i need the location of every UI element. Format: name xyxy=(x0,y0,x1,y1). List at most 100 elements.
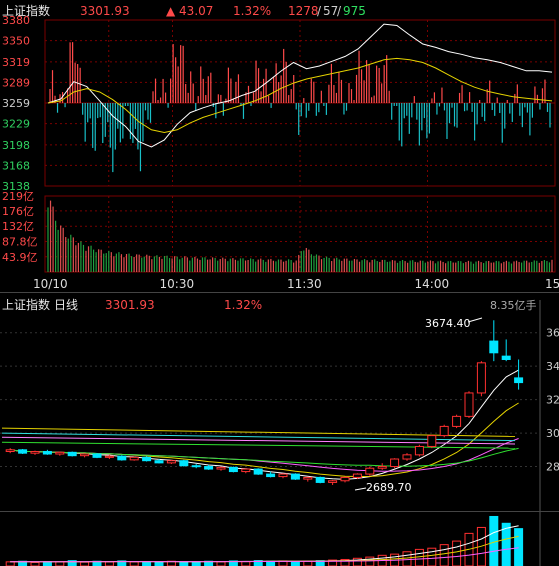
long-ma-line xyxy=(1,432,516,442)
candle-down-body xyxy=(67,451,77,457)
candle-down-body xyxy=(154,460,164,464)
candle-up-body xyxy=(464,392,474,417)
low-price-annotation: 2689.70 xyxy=(366,481,412,494)
daily-volume-bar xyxy=(179,561,189,566)
candle-up-body xyxy=(414,445,424,456)
daily-candles xyxy=(5,320,524,485)
candle-down-body xyxy=(204,466,214,470)
daily-volume-bar xyxy=(414,548,424,566)
amount-y-tick-label: 132亿 xyxy=(2,220,34,233)
daily-volume-bar xyxy=(216,561,226,566)
candle-up-body xyxy=(241,468,251,473)
daily-volume-bar xyxy=(241,561,251,566)
candle-down-body xyxy=(290,473,300,480)
candle-up-body xyxy=(303,476,313,480)
candle-up-body xyxy=(166,460,176,464)
candle-down-body xyxy=(228,466,238,473)
daily-volume-bar xyxy=(129,561,139,566)
daily-volume-bar xyxy=(142,561,152,566)
candle-up-body xyxy=(352,473,362,478)
daily-volume-bars xyxy=(5,515,524,566)
daily-change-pct: 1.32% xyxy=(224,298,262,312)
daily-volume-bar xyxy=(154,561,164,566)
daily-y-tick-label: 30 xyxy=(546,427,559,440)
candle-up-body xyxy=(216,466,226,470)
candle-up-body xyxy=(439,425,449,437)
daily-volume-bar xyxy=(303,560,313,566)
daily-index-name: 上证指数 xyxy=(2,297,50,312)
breadth-up-count: 1278 xyxy=(288,4,319,18)
intraday-y-tick-label: 3380 xyxy=(2,14,30,27)
daily-annotations: 3674.40 2689.70 xyxy=(354,317,483,494)
time-tick-label: 11:30 xyxy=(287,277,322,291)
stock-chart-stage: 上证指数 3301.93 ▲ 43.07 1.32% 1278 / 57 / 9… xyxy=(0,3,559,566)
candle-up-body xyxy=(452,415,462,427)
candle-down-body xyxy=(117,455,127,461)
intraday-y-tick-label: 3350 xyxy=(2,35,30,48)
amount-y-tick-label: 87.8亿 xyxy=(2,236,38,249)
intraday-change: ▲ 43.07 xyxy=(166,4,213,18)
daily-volume-bar xyxy=(452,540,462,566)
candle-down-body xyxy=(42,450,52,455)
candle-up-body xyxy=(402,454,412,460)
amount-y-tick-label: 219亿 xyxy=(2,190,34,203)
candle-down-body xyxy=(266,473,276,478)
intraday-y-tick-label: 3198 xyxy=(2,139,30,152)
intraday-y-tick-label: 3168 xyxy=(2,159,30,172)
candle-down-body xyxy=(315,476,325,483)
candle-down-body xyxy=(514,377,524,384)
daily-volume-bar xyxy=(402,551,412,566)
candle-down-body xyxy=(18,449,28,454)
candle-down-body xyxy=(501,355,511,360)
daily-volume-bar xyxy=(104,561,114,566)
panel-divider xyxy=(0,292,559,293)
candle-up-body xyxy=(340,476,350,482)
daily-volume-label: 8.35亿手 xyxy=(490,298,537,312)
candle-up-body xyxy=(476,362,486,394)
candle-up-body xyxy=(129,456,139,461)
breadth-sep-2: / xyxy=(337,4,342,18)
daily-volume-bar xyxy=(290,561,300,566)
daily-volume-bar xyxy=(439,544,449,566)
candle-down-body xyxy=(92,453,102,458)
intraday-time-axis: 10/10 10:30 11:30 14:00 15: xyxy=(33,277,559,291)
high-price-annotation: 3674.40 xyxy=(425,317,471,330)
candle-up-body xyxy=(377,466,387,469)
intraday-y-tick-label: 3319 xyxy=(2,56,30,69)
time-tick-label: 14:00 xyxy=(415,277,450,291)
candle-up-body xyxy=(328,480,338,483)
intraday-y-axis: 338033503319328932593229319831683138 xyxy=(2,14,30,193)
candle-up-body xyxy=(390,458,400,468)
daily-y-tick-label: 34 xyxy=(546,360,559,373)
candle-up-body xyxy=(30,450,40,454)
daily-volume-bar xyxy=(55,561,65,566)
candle-down-body xyxy=(489,340,499,354)
candle-up-body xyxy=(104,455,114,458)
daily-y-axis: 36 34 32 30 28 xyxy=(546,327,559,474)
ma60-line xyxy=(10,447,519,467)
intraday-y-tick-label: 3289 xyxy=(2,76,30,89)
daily-volume-bar xyxy=(30,561,40,566)
intraday-y-tick-label: 3259 xyxy=(2,97,30,110)
intraday-y-tick-label: 3229 xyxy=(2,118,30,131)
amount-y-tick-label: 176亿 xyxy=(2,205,34,218)
candle-up-body xyxy=(5,449,15,452)
daily-y-tick-label: 36 xyxy=(546,327,559,340)
daily-volume-bar xyxy=(80,561,90,566)
candle-down-body xyxy=(179,460,189,467)
breadth-down-count: 975 xyxy=(343,4,366,18)
intraday-price: 3301.93 xyxy=(80,4,130,18)
daily-y-tick-label: 28 xyxy=(546,461,559,474)
daily-period: 日线 xyxy=(54,298,78,312)
candle-up-body xyxy=(365,467,375,475)
intraday-grid xyxy=(44,19,556,187)
candle-up-body xyxy=(278,473,288,478)
intraday-panel[interactable]: 上证指数 3301.93 ▲ 43.07 1.32% 1278 / 57 / 9… xyxy=(2,3,559,291)
daily-moving-averages xyxy=(1,369,519,480)
time-tick-label: 15: xyxy=(545,277,559,291)
breadth-flat-count: 57 xyxy=(323,4,338,18)
time-tick-label: 10/10 xyxy=(33,277,68,291)
daily-kline-panel[interactable]: 上证指数 日线 3301.93 1.32% 8.35亿手 3634323028 … xyxy=(0,297,559,566)
candle-down-body xyxy=(142,456,152,462)
time-tick-label: 10:30 xyxy=(160,277,195,291)
